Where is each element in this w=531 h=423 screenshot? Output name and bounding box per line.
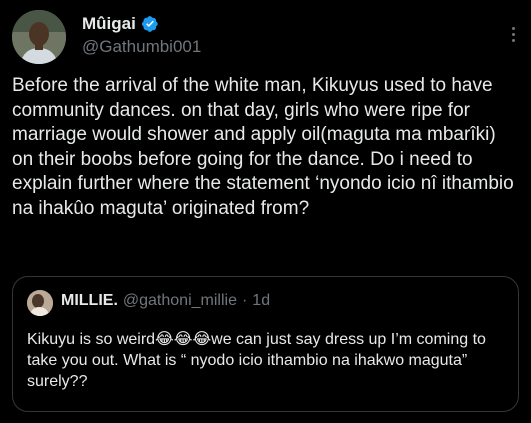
quoted-tweet-card[interactable]: MILLIE. @gathoni_millie · 1d Kikuyu is s… <box>12 276 519 412</box>
quoted-tweet-time[interactable]: 1d <box>252 292 270 310</box>
author-handle[interactable]: @Gathumbi001 <box>82 37 201 57</box>
quoted-tweet-header: MILLIE. @gathoni_millie · 1d <box>61 292 270 310</box>
quoted-author-handle[interactable]: @gathoni_millie <box>123 292 237 310</box>
verified-badge-icon <box>141 16 158 32</box>
avatar-portrait-icon <box>12 10 66 64</box>
tweet: Mûigai @Gathumbi001 Before the arrival o… <box>0 0 531 423</box>
header-separator: · <box>241 292 248 309</box>
author-name-row: Mûigai <box>82 14 159 34</box>
quoted-author-display-name[interactable]: MILLIE. <box>61 292 118 310</box>
tweet-text: Before the arrival of the white man, Kik… <box>12 75 514 219</box>
more-options-icon[interactable] <box>504 24 522 46</box>
author-display-name[interactable]: Mûigai <box>82 14 136 34</box>
quoted-avatar-portrait-icon <box>27 290 53 316</box>
quoted-author-avatar[interactable] <box>27 290 53 316</box>
author-avatar[interactable] <box>12 10 66 64</box>
quoted-tweet-text: Kikuyu is so weird😂😂😂we can just say dre… <box>27 331 486 390</box>
